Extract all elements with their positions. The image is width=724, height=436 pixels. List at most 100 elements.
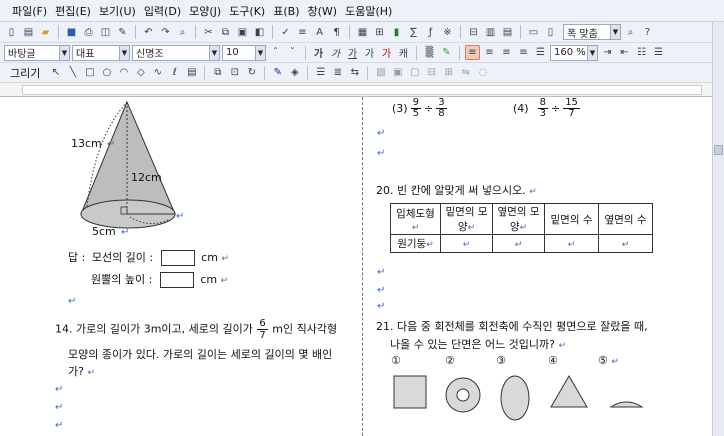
line-style-icon[interactable]: ☰ [313,65,328,80]
vertical-scrollbar[interactable] [712,22,724,436]
font-combo[interactable]: 신명조 ▼ [132,44,220,61]
menu-view[interactable]: 보기(U) [99,3,136,19]
size-down-icon[interactable]: ˇ [285,45,300,60]
ellipse-icon[interactable]: ○ [99,65,114,80]
chevron-down-icon[interactable]: ▼ [209,45,219,60]
copy-icon[interactable]: ⧉ [218,25,233,40]
chevron-down-icon[interactable]: ▼ [59,45,69,60]
arrow-style-icon[interactable]: ⇆ [347,65,362,80]
spell-icon[interactable]: ✓ [278,25,293,40]
curve-icon[interactable]: ∿ [150,65,165,80]
style-combo[interactable]: 바탕글 ▼ [4,44,70,61]
scroll-thumb[interactable] [714,145,723,155]
menu-insert[interactable]: 입력(D) [144,3,181,19]
chevron-down-icon[interactable]: ▼ [610,25,620,39]
grid-icon[interactable]: ⊟ [466,25,481,40]
ungroup-icon[interactable]: ⊡ [227,65,242,80]
line-spacing-combo[interactable]: 160 % ▼ [550,44,598,61]
horizontal-ruler[interactable] [0,83,712,97]
char-icon[interactable]: A [312,25,327,40]
cut-icon[interactable]: ✂ [201,25,216,40]
edit-points-icon[interactable]: ◌ [475,65,490,80]
redo-icon[interactable]: ↷ [158,25,173,40]
style-icon[interactable]: ≡ [295,25,310,40]
table-icon[interactable]: ⊞ [372,25,387,40]
layout-icon[interactable]: ▥ [483,25,498,40]
find-icon[interactable]: ⌕ [175,25,190,40]
font-color-icon[interactable]: 가 [379,45,394,60]
chevron-down-icon[interactable]: ▼ [587,45,597,60]
edit-icon[interactable]: ✎ [115,25,130,40]
open-icon[interactable]: ▰ [38,25,53,40]
height-answer-box[interactable] [159,272,194,288]
freehand-icon[interactable]: ℓ [167,65,182,80]
align-justify-icon[interactable]: ≡ [465,45,480,60]
menu-help[interactable]: 도움말(H) [345,3,392,19]
table-cell[interactable]: ↵ [492,234,545,253]
new-doc-icon[interactable]: ▯ [4,25,19,40]
polygon-icon[interactable]: ◇ [133,65,148,80]
size-up-icon[interactable]: ˆ [268,45,283,60]
zoom-icon[interactable]: ⌕ [623,25,638,40]
format-copy-icon[interactable]: ◧ [252,25,267,40]
line-width-icon[interactable]: ≣ [330,65,345,80]
menu-tools[interactable]: 도구(K) [229,3,265,19]
numbering-icon[interactable]: ☰ [651,45,666,60]
help-icon[interactable]: ? [640,25,655,40]
chevron-down-icon[interactable]: ▼ [255,45,265,60]
font-type-combo[interactable]: 대표 ▼ [72,44,130,61]
table-cell[interactable]: ↵ [544,234,599,253]
slant-answer-box[interactable] [160,250,195,266]
save-icon[interactable]: ■ [64,25,79,40]
font-size-combo[interactable]: 10 ▼ [222,44,266,61]
rotate-icon[interactable]: ↻ [244,65,259,80]
menu-window[interactable]: 창(W) [307,3,337,19]
formula-icon[interactable]: ƒ [423,25,438,40]
bold-icon[interactable]: 가 [311,45,326,60]
menu-format[interactable]: 모양(J) [189,3,221,19]
list-icon[interactable]: ☷ [634,45,649,60]
paste-icon[interactable]: ▣ [235,25,250,40]
distribute-icon[interactable]: ☰ [533,45,548,60]
print-icon[interactable]: ⎙ [81,25,96,40]
table-cell[interactable]: ↵ [440,234,493,253]
align-objects-icon[interactable]: ⊟ [424,65,439,80]
menu-edit[interactable]: 편집(E) [55,3,91,19]
strike-icon[interactable]: 가 [362,45,377,60]
rect-icon[interactable]: □ [82,65,97,80]
align-right-icon[interactable]: ≡ [516,45,531,60]
align-left-icon[interactable]: ≡ [482,45,497,60]
image-icon[interactable]: ▦ [355,25,370,40]
preview-icon[interactable]: ◫ [98,25,113,40]
table-cell[interactable]: ↵ [598,234,653,253]
column-icon[interactable]: ▤ [500,25,515,40]
fill-color-icon[interactable]: ◈ [287,65,302,80]
shadow-icon[interactable]: ▧ [373,65,388,80]
para-icon[interactable]: ¶ [329,25,344,40]
shade-icon[interactable]: ▒ [422,45,437,60]
distribute-objects-icon[interactable]: ⊞ [441,65,456,80]
equation-icon[interactable]: ∑ [406,25,421,40]
menu-table[interactable]: 표(B) [273,3,299,19]
textbox-icon[interactable]: ▤ [184,65,199,80]
arc-icon[interactable]: ◠ [116,65,131,80]
draw-label[interactable]: 그리기 [10,65,40,81]
order-back-icon[interactable]: ▢ [407,65,422,80]
order-front-icon[interactable]: ▣ [390,65,405,80]
group-icon[interactable]: ⧉ [210,65,225,80]
chevron-down-icon[interactable]: ▼ [119,45,129,60]
underline-icon[interactable]: 가 [345,45,360,60]
line-color-icon[interactable]: ✎ [270,65,285,80]
highlight-icon[interactable]: 캐 [396,45,411,60]
outdent-icon[interactable]: ⇤ [617,45,632,60]
chart-icon[interactable]: ▮ [389,25,404,40]
book-icon[interactable]: ▯ [543,25,558,40]
new-icon[interactable]: ▤ [21,25,36,40]
undo-icon[interactable]: ↶ [141,25,156,40]
line-icon[interactable]: ╲ [65,65,80,80]
pen-icon[interactable]: ✎ [439,45,454,60]
select-arrow-icon[interactable]: ↖ [48,65,63,80]
flip-icon[interactable]: ⇋ [458,65,473,80]
memo-icon[interactable]: ▭ [526,25,541,40]
align-center-icon[interactable]: ≡ [499,45,514,60]
